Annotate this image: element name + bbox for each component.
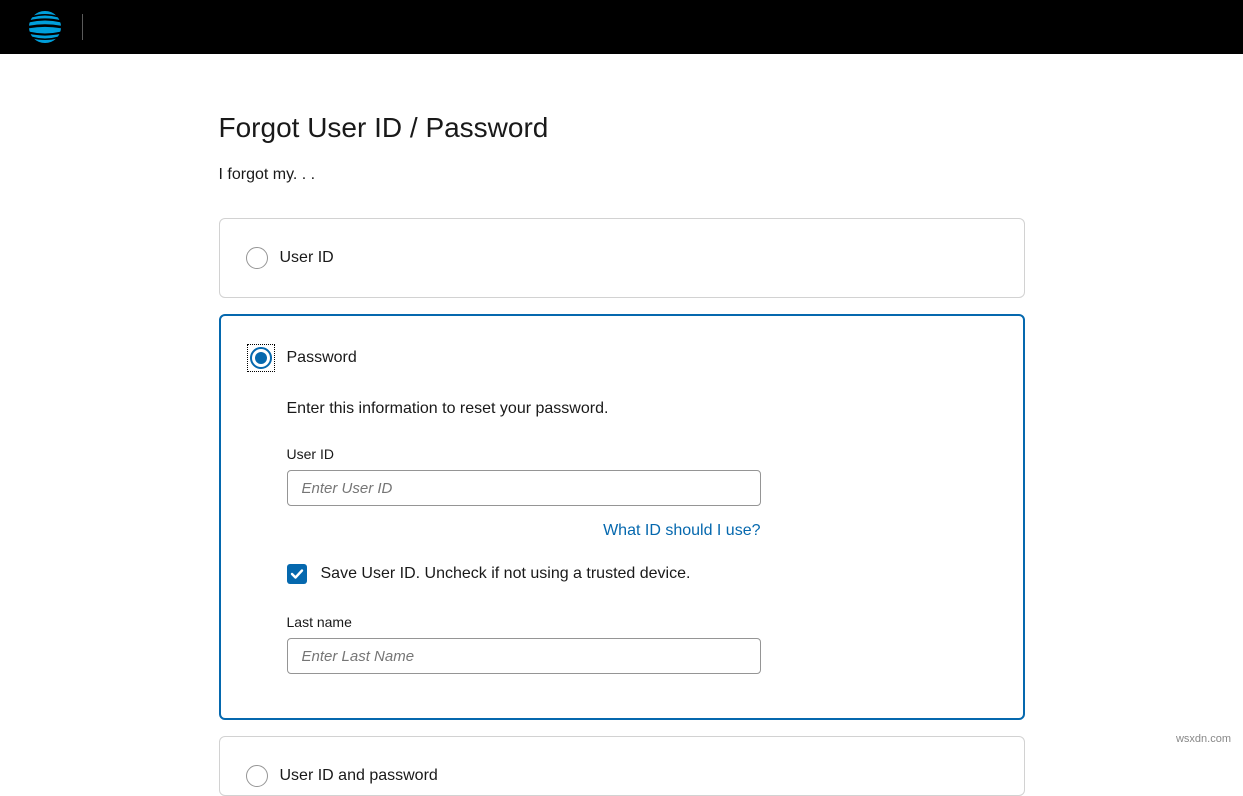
save-user-id-label: Save User ID. Uncheck if not using a tru… [321,565,691,583]
last-name-label: Last name [287,614,997,630]
last-name-input[interactable] [287,638,761,674]
page-subtitle: I forgot my. . . [219,166,1025,184]
source-watermark: wsxdn.com [1176,733,1231,745]
option-user-id[interactable]: User ID [219,218,1025,298]
option-both[interactable]: User ID and password [219,736,1025,796]
what-id-link[interactable]: What ID should I use? [603,522,760,539]
globe-icon [28,10,62,44]
radio-password[interactable] [250,347,272,369]
radio-user-id[interactable] [246,247,268,269]
checkmark-icon [290,567,304,581]
radio-user-id-label: User ID [280,249,334,267]
radio-both-label: User ID and password [280,767,438,785]
radio-both[interactable] [246,765,268,787]
user-id-input[interactable] [287,470,761,506]
top-header [0,0,1243,54]
radio-password-dot [255,352,267,364]
password-instruction: Enter this information to reset your pas… [287,400,997,418]
radio-password-focus-ring [247,344,275,372]
page-title: Forgot User ID / Password [219,112,1025,144]
header-divider [82,14,83,40]
brand-logo[interactable] [28,10,62,44]
save-user-id-checkbox[interactable] [287,564,307,584]
radio-password-label: Password [287,349,357,367]
option-password[interactable]: Password Enter this information to reset… [219,314,1025,720]
user-id-label: User ID [287,446,997,462]
